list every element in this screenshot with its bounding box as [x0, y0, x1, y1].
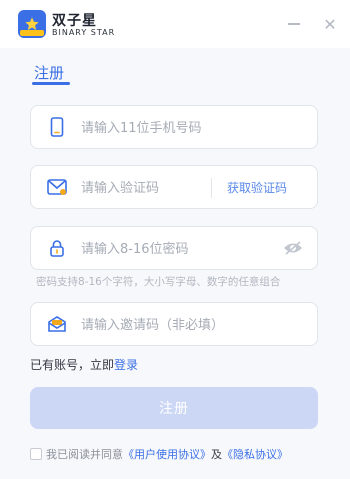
phone-field — [30, 105, 318, 150]
eye-icon[interactable] — [283, 240, 303, 256]
register-button[interactable]: 注册 — [30, 387, 318, 429]
login-prompt: 已有账号，立即登录 — [30, 356, 138, 373]
verification-code-input[interactable] — [79, 166, 203, 210]
agreement-checkbox[interactable] — [30, 448, 42, 460]
password-hint: 密码支持8-16个字符，大小写字母、数字的任意组合 — [36, 276, 281, 288]
close-icon: ✕ — [323, 14, 337, 34]
phone-icon — [47, 117, 67, 137]
envelope-icon — [47, 314, 67, 334]
agreement-prefix: 我已阅读并同意 — [46, 448, 123, 461]
phone-input[interactable] — [79, 106, 303, 150]
close-button[interactable]: ✕ — [318, 12, 342, 36]
register-window: 双子星 BINARY STAR ✕ 注册 获取验 — [0, 0, 350, 479]
message-icon — [47, 177, 67, 197]
minimize-button[interactable] — [282, 12, 306, 36]
minimize-icon — [288, 23, 300, 25]
privacy-agreement-link[interactable]: 《隐私协议》 — [222, 446, 288, 462]
lock-icon — [47, 238, 67, 258]
verification-code-field: 获取验证码 — [30, 165, 318, 210]
agreement-and: 及 — [211, 448, 222, 461]
logo-badge — [20, 30, 44, 36]
user-agreement-link[interactable]: 《用户使用协议》 — [123, 446, 211, 462]
login-link[interactable]: 登录 — [114, 358, 138, 372]
app-name: 双子星 — [52, 13, 97, 29]
agreement-row: 我已阅读并同意 《用户使用协议》 及 《隐私协议》 — [30, 446, 288, 462]
field-separator — [211, 178, 212, 198]
title-bar: 双子星 BINARY STAR ✕ — [0, 0, 350, 48]
get-code-button[interactable]: 获取验证码 — [227, 179, 287, 196]
tab-register[interactable]: 注册 — [34, 62, 64, 83]
invite-code-field — [30, 302, 318, 347]
password-input[interactable] — [79, 227, 273, 271]
login-prompt-text: 已有账号，立即 — [30, 358, 115, 372]
app-name-english: BINARY STAR — [52, 28, 116, 37]
password-field — [30, 226, 318, 271]
tab-active-indicator — [32, 82, 70, 85]
app-logo — [18, 10, 46, 38]
invite-code-input[interactable] — [79, 303, 303, 347]
